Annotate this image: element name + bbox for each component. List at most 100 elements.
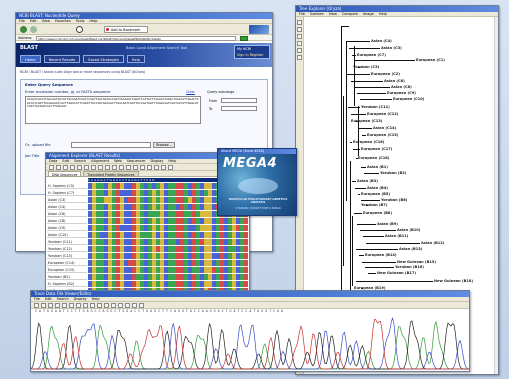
alignment-tool-icon[interactable] (98, 165, 103, 170)
to-input[interactable] (221, 106, 257, 111)
browse-button[interactable]: Browse... (153, 142, 175, 148)
tree-leaf-label[interactable]: European (C13) (351, 119, 382, 123)
tree-leaf-label[interactable]: European (B5) (361, 192, 390, 196)
menu-item-search[interactable]: Search (57, 297, 69, 301)
menu-item-tools[interactable]: Tools (76, 19, 85, 23)
tree-leaf-label[interactable]: Asian (B9) (377, 222, 398, 226)
menu-item-sequencer[interactable]: Sequencer (127, 159, 146, 163)
tree-leaf-label[interactable]: Yoruban (C11) (361, 105, 390, 109)
tree-leaf-label[interactable]: Asian (B11) (385, 234, 408, 238)
upload-file-input[interactable] (71, 142, 151, 148)
query-sequence-input[interactable]: ATGCGTACGTTAGCAATGCCGTTACGGATCAGTCCAGTTA… (25, 96, 201, 124)
trace-tool-icon[interactable] (69, 303, 74, 308)
tree-leaf-label[interactable]: Asian (B3) (357, 179, 378, 183)
tree-leaf-label[interactable]: Asian (C4) (371, 39, 392, 43)
chromatogram[interactable] (31, 315, 470, 371)
menu-item-help[interactable]: Help (89, 19, 97, 23)
alignment-tool-icon[interactable] (126, 165, 131, 170)
alignment-cell[interactable] (244, 267, 248, 273)
alignment-cell[interactable] (244, 253, 248, 259)
tree-leaf-label[interactable]: European (B8) (363, 211, 392, 215)
menu-item-file[interactable]: File (19, 19, 25, 23)
sequence-name[interactable]: Asian (C3) (47, 197, 87, 203)
alignment-tool-icon[interactable] (161, 165, 166, 170)
tree-leaf-label[interactable]: Yoruban (C5) (353, 65, 379, 69)
alignment-cell[interactable] (244, 225, 248, 231)
tree-leaf-label[interactable]: Asian (B4) (367, 186, 388, 190)
tab-saved-strategies[interactable]: Saved Strategies (83, 55, 124, 63)
tree-leaf-label[interactable]: Asian (C14) (373, 126, 396, 130)
sequence-name[interactable]: Asian (C10) (47, 232, 87, 238)
tree-leaf-label[interactable]: New Guinean (B15) (397, 260, 436, 264)
menu-item-help[interactable]: Help (168, 159, 176, 163)
tree-leaf-label[interactable]: Yoruban (B16) (395, 265, 424, 269)
tree-leaf-label[interactable]: Yoruban (B7) (361, 203, 387, 207)
tree-leaf-label[interactable]: Asian (B13) (399, 247, 422, 251)
tree-leaf-label[interactable]: Asian (B1) (367, 165, 388, 169)
tree-leaf-label[interactable]: Asian (B12) (421, 241, 444, 245)
alignment-tool-icon[interactable] (91, 165, 96, 170)
tree-leaf-label[interactable]: New Guinean (B17) (377, 271, 416, 275)
back-icon[interactable] (20, 26, 27, 33)
alignment-tool-icon[interactable] (119, 165, 124, 170)
trace-tool-icon[interactable] (118, 303, 123, 308)
alignment-tool-icon[interactable] (154, 165, 159, 170)
alignment-tool-icon[interactable] (168, 165, 173, 170)
sequence-name[interactable]: Asian (C4) (47, 204, 87, 210)
address-input[interactable]: http://www.ncbi.nlm.nih.gov/blast/Blast.… (36, 35, 236, 41)
tab-home[interactable]: Home (20, 55, 41, 63)
sequence-name[interactable]: Yoruban (C12) (47, 246, 87, 252)
tree-leaf-label[interactable]: European (C9) (387, 91, 416, 95)
menu-item-display[interactable]: Display (150, 159, 163, 163)
tree-leaf-label[interactable]: European (C18) (358, 156, 389, 160)
tree-leaf-label[interactable]: European (C7) (357, 53, 386, 57)
home-icon[interactable] (76, 26, 83, 33)
menu-item-display[interactable]: Display (74, 297, 87, 301)
alignment-cell[interactable] (244, 218, 248, 224)
alignment-tool-icon[interactable] (140, 165, 145, 170)
sequence-name[interactable]: Asian (C9) (47, 225, 87, 231)
tree-leaf-label[interactable]: European (C15) (367, 133, 398, 137)
sequence-name[interactable]: European (C15) (47, 267, 87, 273)
menu-item-help[interactable]: Help (92, 297, 100, 301)
tree-leaf-label[interactable]: Asian (C8) (391, 85, 412, 89)
alignment-tool-icon[interactable] (63, 165, 68, 170)
tree-leaf-label[interactable]: Yoruban (B6) (381, 198, 407, 202)
tree-leaf-label[interactable]: European (C1) (416, 58, 445, 62)
mega-splash-window[interactable]: About MEGA (Build 4028) MEGA4 MOLECULAR … (217, 148, 297, 216)
menu-item-favorites[interactable]: Favorites (55, 19, 71, 23)
trace-tool-icon[interactable] (76, 303, 81, 308)
forward-icon[interactable] (30, 26, 37, 33)
menu-item-edit[interactable]: Edit (45, 297, 52, 301)
trace-tool-icon[interactable] (41, 303, 46, 308)
tree-leaf-label[interactable]: Yoruban (B2) (380, 171, 406, 175)
alignment-tool-icon[interactable] (70, 165, 75, 170)
tree-leaf-label[interactable]: European (C10) (393, 97, 424, 101)
tree-leaf-label[interactable]: New Guinean (B18) (434, 279, 473, 283)
alignment-cell[interactable] (244, 281, 248, 287)
trace-tool-icon[interactable] (125, 303, 130, 308)
tree-leaf-label[interactable]: European (B14) (365, 253, 397, 257)
alignment-cell[interactable] (244, 246, 248, 252)
tree-leaf-label[interactable]: Asian (B10) (397, 228, 420, 232)
trace-tool-icon[interactable] (62, 303, 67, 308)
trace-tool-icon[interactable] (132, 303, 137, 308)
alignment-cell[interactable] (244, 232, 248, 238)
menu-item-edit[interactable]: Edit (30, 19, 37, 23)
sequence-name[interactable]: Yoruban (C11) (47, 239, 87, 245)
trace-tool-icon[interactable] (90, 303, 95, 308)
menu-item-web[interactable]: Web (114, 159, 122, 163)
sequence-name[interactable]: Yoruban (B1) (47, 274, 87, 280)
my-ncbi-badge[interactable]: My NCBI Sign In Register (234, 45, 270, 59)
alignment-tool-icon[interactable] (105, 165, 110, 170)
add-to-bookmark-button[interactable]: Add to Bookmark (104, 26, 148, 33)
trace-tool-icon[interactable] (111, 303, 116, 308)
menu-item-edit[interactable]: Edit (62, 159, 69, 163)
clear-link[interactable]: Clear (186, 90, 195, 94)
alignment-cell[interactable] (244, 274, 248, 280)
tree-leaf-label[interactable]: Asian (C3) (381, 46, 402, 50)
tree-leaf-label[interactable]: European (C12) (367, 112, 398, 116)
alignment-tool-icon[interactable] (77, 165, 82, 170)
trace-tool-icon[interactable] (104, 303, 109, 308)
alignment-tool-icon[interactable] (112, 165, 117, 170)
